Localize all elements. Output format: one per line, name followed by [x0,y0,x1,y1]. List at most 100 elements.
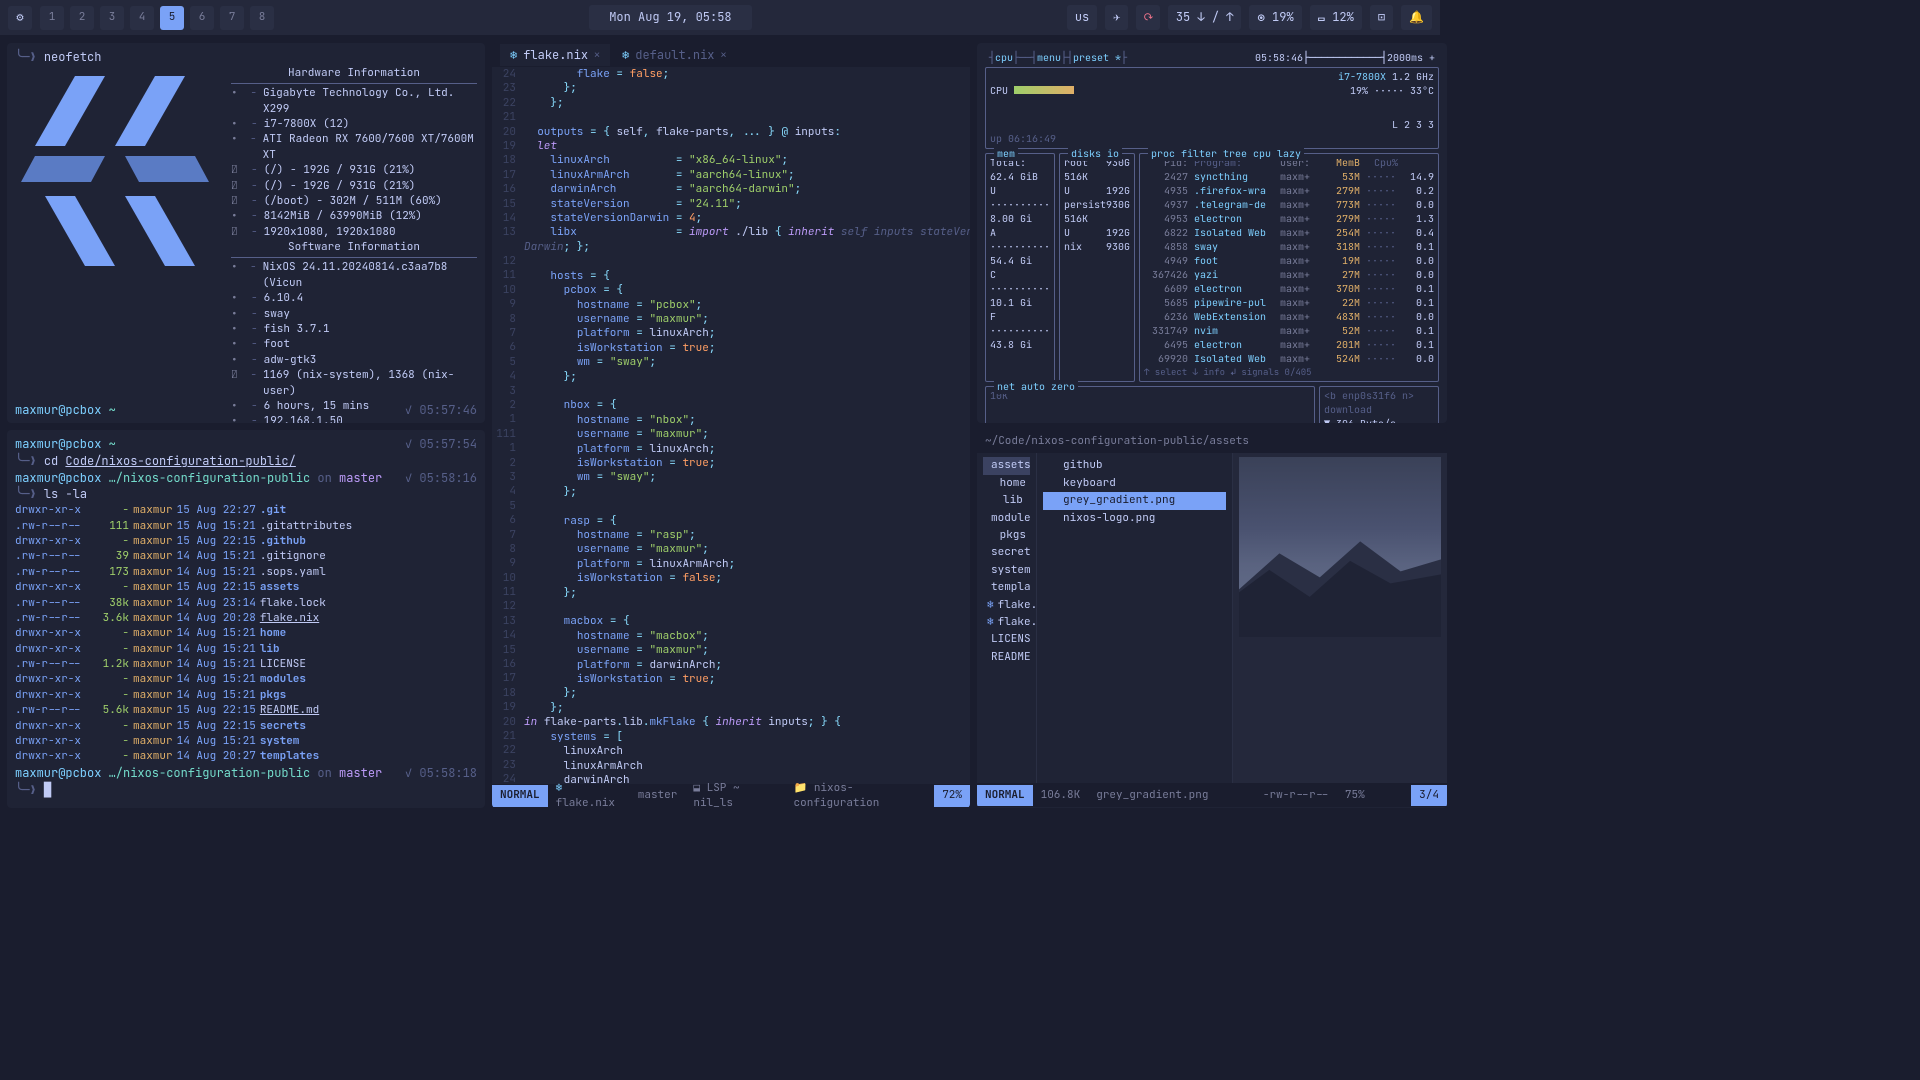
file-manager[interactable]: ~/Code/nixos-configuration-public/assets… [977,430,1447,808]
ls-row: drwxr-xr-x-maxmur15 Aug 22:15.github [15,534,477,549]
process-row[interactable]: 4935.firefox-wramaxm+279M·····0.2 [1144,184,1434,198]
prompt-user-host: maxmur@pcbox [15,402,101,418]
yazi-parent-item[interactable]: templa [983,579,1030,596]
ls-row: drwxr-xr-x-maxmur15 Aug 22:15secrets [15,719,477,734]
tab-default.nix[interactable]: ❄default.nix✕ [612,44,736,67]
prompt-time: 05:57:46 [419,402,477,418]
process-row[interactable]: 4953electronmaxm+279M·····1.3 [1144,212,1434,226]
process-row[interactable]: 6609electronmaxm+370M·····0.1 [1144,282,1434,296]
cpu-usage[interactable]: ◉ 19% [1249,5,1301,30]
yazi-file-item[interactable]: keyboard [1043,475,1226,492]
notifications-icon[interactable]: 🔔 [1401,5,1432,30]
tray-update-icon[interactable]: ⟳ [1136,5,1159,30]
btop-net-stats: <b enp0s31f6 n> download ▼ 306 Byte/s ▼ … [1319,386,1439,423]
yazi-parent-item[interactable]: module [983,510,1030,527]
yazi-parent-item[interactable]: assets [983,457,1030,474]
process-row[interactable]: 331749nvimmaxm+52M·····0.1 [1144,324,1434,338]
ls-row: .rw-r--r--5.6kmaxmur15 Aug 22:15README.m… [15,703,477,718]
workspace-7[interactable]: 7 [220,6,244,30]
ls-row: drwxr-xr-x-maxmur14 Aug 15:21modules [15,672,477,687]
yazi-parent-item[interactable]: home [983,475,1030,492]
ls-row: .rw-r--r--173maxmur14 Aug 15:21.sops.yam… [15,565,477,580]
workspace-1[interactable]: 1 [40,6,64,30]
tab-flake.nix[interactable]: ❄flake.nix✕ [500,44,610,67]
process-row[interactable]: 4858swaymaxm+318M·····0.1 [1144,240,1434,254]
workspace-2[interactable]: 2 [70,6,94,30]
process-row[interactable]: 5685pipewire-pulmaxm+22M·····0.1 [1144,296,1434,310]
process-row[interactable]: 4949footmaxm+19M·····0.0 [1144,254,1434,268]
close-tab-icon[interactable]: ✕ [720,48,726,62]
yazi-parent-item[interactable]: ❄flake. [983,597,1030,614]
neofetch-command: neofetch [44,49,102,65]
yazi-file-item[interactable]: nixos-logo.png [1043,510,1226,527]
ls-row: drwxr-xr-x-maxmur14 Aug 20:27templates [15,749,477,764]
workspace-4[interactable]: 4 [130,6,154,30]
yazi-file-item[interactable]: grey_gradient.png [1043,492,1226,509]
process-row[interactable]: 6236WebExtensionmaxm+483M·····0.0 [1144,310,1434,324]
ls-row: drwxr-xr-x-maxmur15 Aug 22:27.git [15,503,477,518]
system-monitor[interactable]: ┤cpu├──┤menu├┤preset *├ 05:58:46├───────… [977,43,1447,423]
yazi-path: ~/Code/nixos-configuration-public/assets [977,430,1447,453]
ls-row: drwxr-xr-x-maxmur14 Aug 15:21home [15,626,477,641]
settings-icon[interactable]: ⚙ [8,6,32,30]
workspace-5[interactable]: 5 [160,6,184,30]
image-preview [1239,457,1441,637]
terminal-ls[interactable]: maxmur@pcbox ~✓ 05:57:54 ╰─❯ cd Code/nix… [7,430,485,808]
btop-mem-section: mem Total: 62.4 GiB U ·········· 8.00 Gi… [985,153,1055,382]
ls-row: .rw-r--r--1.2kmaxmur14 Aug 15:21LICENSE [15,657,477,672]
workspace-8[interactable]: 8 [250,6,274,30]
code-editor[interactable]: ❄flake.nix✕❄default.nix✕ 242322212019181… [492,43,970,808]
yazi-parent-item[interactable]: ❄flake. [983,614,1030,631]
memory-usage[interactable]: ▭ 12% [1310,5,1362,30]
top-bar: ⚙ 12345678 Mon Aug 19, 05:58 us ✈ ⟳ 35 ↓… [0,0,1440,36]
btop-net-section: net auto zero 10K 10K [985,386,1315,423]
yazi-parent-item[interactable]: secret [983,544,1030,561]
yazi-statusline: NORMAL 106.8K grey_gradient.png -rw-r--r… [977,783,1447,807]
btop-proc-section: proc filter tree cpu lazy Pid: Program: … [1139,153,1439,382]
editor-mode: NORMAL [492,785,548,806]
yazi-parent-item[interactable]: lib [983,492,1030,509]
editor-tab-bar: ❄flake.nix✕❄default.nix✕ [492,43,970,67]
yazi-file-item[interactable]: github [1043,457,1226,474]
workspace-6[interactable]: 6 [190,6,214,30]
tray-telegram-icon[interactable]: ✈ [1105,5,1128,30]
ls-row: drwxr-xr-x-maxmur14 Aug 15:21pkgs [15,688,477,703]
yazi-parent-item[interactable]: pkgs [983,527,1030,544]
process-row[interactable]: 4937.telegram-demaxm+773M·····0.0 [1144,198,1434,212]
editor-scroll-pct: 72% [934,785,970,806]
ls-row: .rw-r--r--39maxmur14 Aug 15:21.gitignore [15,549,477,564]
editor-statusline: NORMAL ❄ flake.nix master ⬓ LSP ~ nil_ls… [492,784,970,808]
yazi-current-column[interactable]: githubkeyboardgrey_gradient.pngnixos-log… [1037,453,1233,783]
process-row[interactable]: 6822Isolated Webmaxm+254M·····0.4 [1144,226,1434,240]
process-row[interactable]: 367426yazimaxm+27M·····0.0 [1144,268,1434,282]
uptime: up 06:16:49 [990,132,1434,146]
ls-row: .rw-r--r--111maxmur15 Aug 15:21.gitattri… [15,519,477,534]
keyboard-layout[interactable]: us [1067,5,1097,30]
btop-cpu-section: i7-7800X 1.2 GHz CPU 19% ····· 33°C L 2 … [985,67,1439,149]
ls-row: drwxr-xr-x-maxmur14 Aug 15:21lib [15,642,477,657]
workspace-switcher: 12345678 [40,6,274,30]
btop-disks-section: disks io root930G516KU192Gpersist930G516… [1059,153,1135,382]
clock[interactable]: Mon Aug 19, 05:58 [589,5,751,30]
process-row[interactable]: 6495electronmaxm+201M·····0.1 [1144,338,1434,352]
window-icon[interactable]: ⊡ [1370,5,1393,30]
ls-row: .rw-r--r--3.6kmaxmur14 Aug 20:28flake.ni… [15,611,477,626]
ls-row: drwxr-xr-x-maxmur14 Aug 15:21system [15,734,477,749]
yazi-parent-item[interactable]: README [983,649,1030,666]
process-row[interactable]: 2427syncthingmaxm+53M·····14.9 [1144,170,1434,184]
process-row[interactable]: 69920Isolated Webmaxm+524M·····0.0 [1144,352,1434,366]
code-content[interactable]: flake = false; }; }; outputs = { self, f… [524,67,970,784]
line-gutter: 2423222120191817161514131211109876543211… [492,67,524,784]
hardware-header: Hardware Information [231,66,477,84]
nixos-logo [15,66,215,296]
yazi-parent-item[interactable]: system [983,562,1030,579]
yazi-parent-column[interactable]: assetshomelibmodulepkgssecretsystemtempl… [977,453,1037,783]
yazi-preview-column [1233,453,1447,783]
terminal-neofetch[interactable]: ╰─❯ neofetch Hardware Information •-Gi [7,43,485,423]
workspace-3[interactable]: 3 [100,6,124,30]
yazi-parent-item[interactable]: LICENS [983,631,1030,648]
software-header: Software Information [231,240,477,258]
network-speed[interactable]: 35 ↓ / ↑ [1168,5,1242,30]
ls-row: .rw-r--r--38kmaxmur14 Aug 23:14flake.loc… [15,596,477,611]
close-tab-icon[interactable]: ✕ [594,48,600,62]
